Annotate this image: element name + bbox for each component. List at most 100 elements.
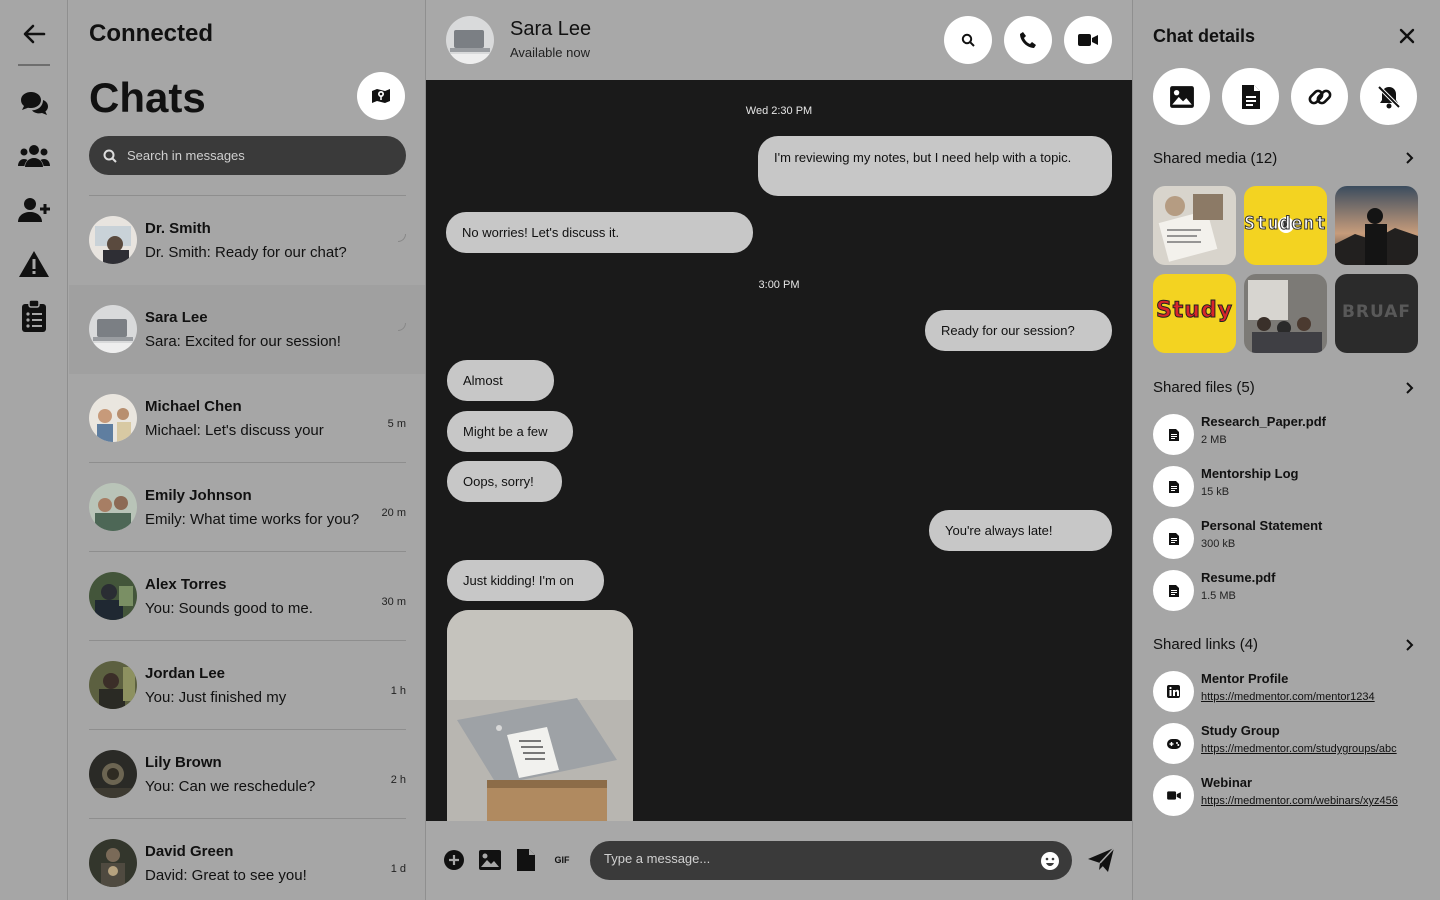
image-icon (1169, 85, 1194, 108)
emoji-icon[interactable] (1040, 851, 1060, 871)
conversation-name: Emily Johnson (145, 487, 252, 504)
link-item[interactable]: Webinar https://medmentor.com/webinars/x… (1153, 775, 1421, 819)
file-size: 15 kB (1201, 486, 1230, 498)
media-thumbnail[interactable]: BRUAF (1335, 274, 1418, 353)
conversation-time: 30 m (381, 596, 406, 608)
video-icon (1078, 34, 1098, 46)
link-url[interactable]: https://medmentor.com/mentor1234 (1201, 691, 1375, 703)
conversation-item[interactable]: Emily Johnson Emily: What time works for… (69, 463, 425, 552)
link-url[interactable]: https://medmentor.com/webinars/xyz456 (1201, 795, 1398, 807)
file-icon (517, 849, 535, 871)
search-chat-button[interactable] (944, 16, 992, 64)
video-call-button[interactable] (1064, 16, 1112, 64)
files-button[interactable] (1222, 68, 1279, 125)
search-bar (89, 136, 406, 175)
document-icon (1153, 570, 1194, 611)
add-attachment-button[interactable] (441, 847, 467, 873)
message-input[interactable] (604, 851, 1024, 866)
send-icon[interactable] (1086, 845, 1116, 875)
phone-icon (1020, 32, 1036, 48)
avatar (89, 216, 137, 264)
link-title: Webinar (1201, 775, 1253, 790)
file-name: Mentorship Log (1201, 466, 1299, 481)
media-thumbnail[interactable]: Study (1153, 274, 1236, 353)
file-item[interactable]: Mentorship Log 15 kB (1153, 466, 1421, 510)
conversation-name: Sara Lee (145, 309, 208, 326)
document-icon (1153, 466, 1194, 507)
file-item[interactable]: Research_Paper.pdf 2 MB (1153, 414, 1421, 458)
search-icon (103, 149, 117, 163)
search-input[interactable] (127, 148, 387, 163)
conversation-time: 2 h (390, 774, 406, 786)
media-button[interactable] (1153, 68, 1210, 125)
send-file-button[interactable] (513, 847, 539, 873)
conversation-preview: Dr. Smith: Ready for our chat? (145, 244, 347, 261)
thumbnail-text: Study (1155, 298, 1234, 324)
message-bubble-incoming: Might be a few (447, 411, 573, 452)
search-icon (961, 33, 975, 47)
media-thumbnail[interactable] (1335, 186, 1418, 265)
bell-slash-icon (1377, 85, 1400, 108)
chevron-right-icon[interactable] (1401, 150, 1417, 166)
media-thumbnail[interactable] (1153, 186, 1236, 265)
loading-indicator (398, 323, 406, 331)
link-title: Mentor Profile (1201, 671, 1289, 686)
conversation-item[interactable]: Lily Brown You: Can we reschedule? 2 h (69, 730, 425, 819)
file-item[interactable]: Personal Statement 300 kB (1153, 518, 1421, 562)
link-item[interactable]: Mentor Profile https://medmentor.com/men… (1153, 671, 1421, 715)
contact-status: Available now (510, 45, 590, 60)
conversation-time: 5 m (387, 418, 406, 430)
contact-avatar[interactable] (446, 16, 494, 64)
link-item[interactable]: Study Group https://medmentor.com/studyg… (1153, 723, 1421, 767)
conversation-name: Lily Brown (145, 754, 222, 771)
shared-links-heading: Shared links (4) (1153, 636, 1259, 653)
link-icon (1308, 89, 1331, 104)
mute-button[interactable] (1360, 68, 1417, 125)
image-message[interactable] (447, 610, 633, 821)
chat-details-panel: Chat details Shared media (12) Student S… (1132, 0, 1440, 900)
conversation-preview: Sara: Excited for our session! (145, 333, 341, 350)
file-name: Research_Paper.pdf (1201, 414, 1327, 429)
avatar (89, 839, 137, 887)
close-icon[interactable] (1397, 26, 1417, 46)
message-bubble-outgoing: Ready for our session? (925, 310, 1112, 351)
conversation-item[interactable]: Sara Lee Sara: Excited for our session! (69, 285, 425, 374)
conversation-item[interactable]: David Green David: Great to see you! 1 d (69, 819, 425, 900)
chevron-right-icon[interactable] (1401, 637, 1417, 653)
shared-media-heading: Shared media (12) (1153, 150, 1278, 167)
link-url[interactable]: https://medmentor.com/studygroups/abc (1201, 743, 1397, 755)
conversation-preview: You: Sounds good to me. (145, 600, 313, 617)
users-icon[interactable] (18, 140, 50, 172)
document-icon (1153, 414, 1194, 455)
media-thumbnail-video[interactable]: Student (1244, 186, 1327, 265)
details-title: Chat details (1153, 26, 1256, 46)
send-image-button[interactable] (477, 847, 503, 873)
conversation-item[interactable]: Michael Chen Michael: Let's discuss your… (69, 374, 425, 463)
conversation-preview: You: Just finished my (145, 689, 287, 706)
conversation-preview: Emily: What time works for you? (145, 511, 360, 528)
chat-header: Sara Lee Available now (426, 0, 1132, 80)
gif-button[interactable]: GIF (549, 847, 575, 873)
map-button[interactable] (357, 72, 405, 120)
avatar (89, 572, 137, 620)
file-item[interactable]: Resume.pdf 1.5 MB (1153, 570, 1421, 614)
warning-icon[interactable] (18, 248, 50, 280)
conversation-preview: You: Can we reschedule? (145, 778, 316, 795)
conversation-name: Dr. Smith (145, 220, 211, 237)
message-thread: Wed 2:30 PM I'm reviewing my notes, but … (426, 80, 1132, 821)
links-button[interactable] (1291, 68, 1348, 125)
media-thumbnail[interactable] (1244, 274, 1327, 353)
linkedin-icon (1153, 671, 1194, 712)
add-user-icon[interactable] (18, 194, 50, 226)
conversation-name: Alex Torres (145, 576, 227, 593)
conversation-item[interactable]: Jordan Lee You: Just finished my 1 h (69, 641, 425, 730)
conversation-item[interactable]: Dr. Smith Dr. Smith: Ready for our chat? (69, 196, 425, 285)
clipboard-list-icon[interactable] (18, 300, 50, 332)
conversation-item[interactable]: Alex Torres You: Sounds good to me. 30 m (69, 552, 425, 641)
chevron-right-icon[interactable] (1401, 380, 1417, 396)
back-arrow-icon[interactable] (18, 20, 50, 48)
chats-icon[interactable] (18, 88, 50, 120)
avatar (89, 305, 137, 353)
conversation-name: David Green (145, 843, 234, 860)
voice-call-button[interactable] (1004, 16, 1052, 64)
